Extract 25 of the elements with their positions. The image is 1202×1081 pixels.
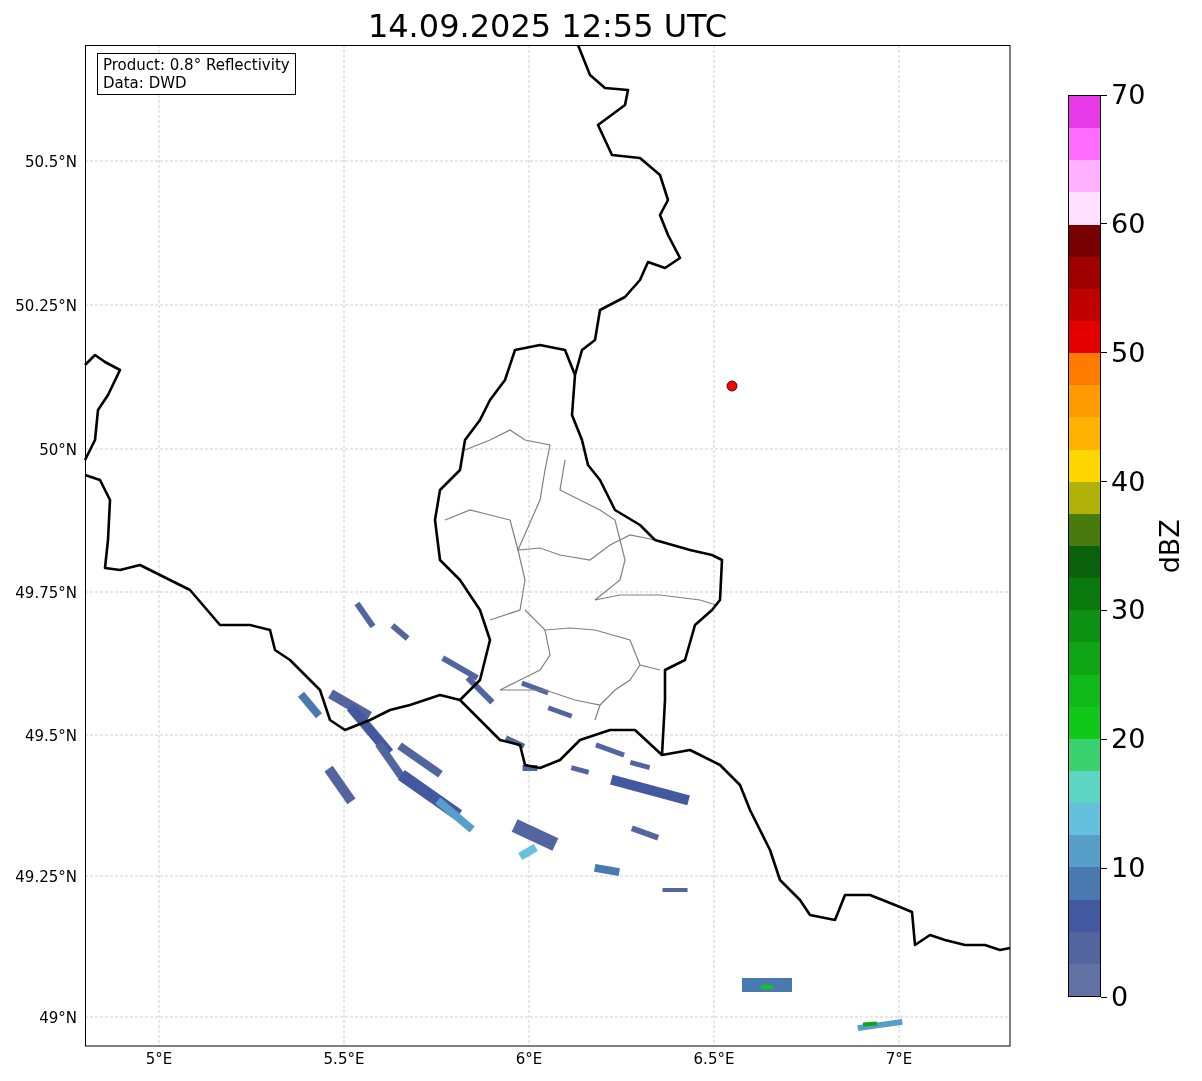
latitude-label: 49.25°N: [15, 868, 77, 886]
longitude-label: 6°E: [515, 1050, 543, 1068]
longitude-label: 6.5°E: [693, 1050, 735, 1068]
latitude-label: 49°N: [39, 1009, 77, 1027]
longitude-label: 5°E: [145, 1050, 173, 1068]
longitude-label: 7°E: [885, 1050, 913, 1068]
longitude-label: 5.5°E: [323, 1050, 365, 1068]
colorbar-tick-label: 10: [1111, 853, 1146, 884]
latitude-label: 49.5°N: [24, 727, 77, 745]
colorbar-label: dBZ: [1152, 518, 1186, 574]
colorbar-tick-label: 40: [1111, 466, 1146, 497]
latitude-label: 50.5°N: [24, 153, 77, 171]
location-marker: [726, 380, 738, 392]
latitude-label: 50.25°N: [15, 297, 77, 315]
colorbar-tick-label: 60: [1111, 208, 1146, 239]
info-text: Product: 0.8° Reflectivity: [103, 56, 290, 74]
info-text: Data: DWD: [103, 74, 188, 92]
latitude-label: 49.75°N: [15, 584, 77, 602]
colorbar-tick-label: 30: [1111, 595, 1146, 626]
colorbar-tick-label: 20: [1111, 724, 1146, 755]
colorbar-tick-label: 70: [1111, 80, 1146, 110]
colorbar-tick-label: 50: [1111, 337, 1146, 368]
colorbar-tick-label: 0: [1111, 982, 1129, 1012]
latitude-label: 50°N: [39, 441, 77, 459]
chart-title: 14.09.2025 12:55 UTC: [367, 7, 728, 45]
